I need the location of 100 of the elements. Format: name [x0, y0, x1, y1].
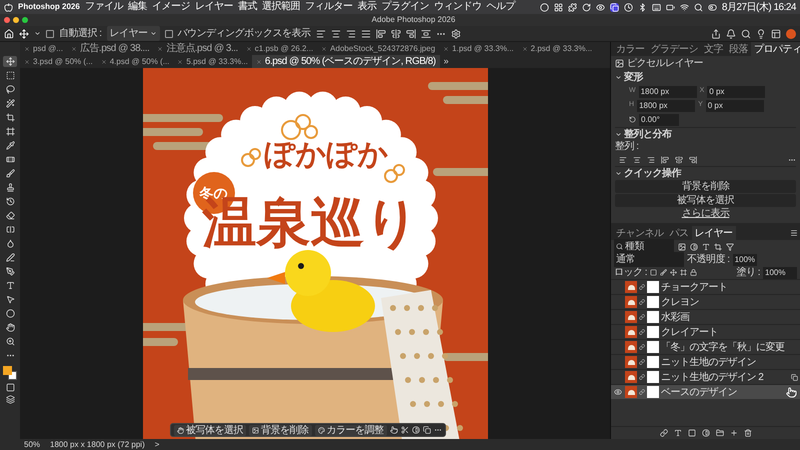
panel-tab[interactable]: 段落	[726, 42, 751, 56]
document-tab[interactable]: psd @...	[20, 42, 67, 55]
chevron-icon[interactable]	[615, 74, 622, 81]
align-top-icon[interactable]	[376, 28, 386, 38]
close-tab-icon[interactable]	[443, 46, 450, 52]
auto-select-checkbox[interactable]	[46, 30, 54, 38]
layer-row[interactable]: クレイアート	[611, 324, 800, 339]
menu-item[interactable]: プラグイン	[381, 2, 429, 12]
panel-tab[interactable]: パス	[666, 226, 692, 240]
control-center-icon[interactable]	[708, 2, 717, 12]
record-icon[interactable]	[540, 2, 549, 12]
input-field[interactable]: 0 px	[707, 86, 766, 98]
distribute-icon[interactable]	[360, 28, 371, 38]
blend-mode-dropdown[interactable]: 通常	[614, 252, 684, 267]
document-tab[interactable]: 2.psd @ 33.3%...	[518, 42, 596, 55]
context-action-button[interactable]: 背景を削除	[249, 424, 312, 436]
zoom-window-button[interactable]	[22, 17, 28, 23]
app-name[interactable]: Photoshop 2026	[18, 1, 80, 13]
align-bottom-icon[interactable]	[689, 156, 697, 164]
share-icon[interactable]	[711, 28, 721, 38]
contrast-icon[interactable]	[412, 426, 420, 434]
close-tab-icon[interactable]	[24, 46, 30, 52]
type-filter-icon[interactable]	[702, 242, 710, 250]
bell-icon[interactable]	[726, 28, 736, 38]
lock-position-icon[interactable]	[670, 269, 678, 276]
lock-artboard-icon[interactable]	[680, 269, 688, 276]
workspace-icon[interactable]	[771, 28, 781, 38]
lightbulb-icon[interactable]	[756, 28, 766, 38]
close-tab-icon[interactable]	[70, 46, 77, 52]
home-icon[interactable]	[4, 28, 14, 38]
input-field[interactable]: 1800 px	[638, 86, 697, 98]
section-title[interactable]: 整列と分布	[624, 126, 672, 142]
layer-row[interactable]: クレヨン	[611, 294, 800, 309]
mask-icon[interactable]	[688, 429, 696, 437]
align-left-icon[interactable]	[316, 28, 326, 38]
minimize-window-button[interactable]	[13, 17, 19, 23]
document-tab[interactable]: 4.psd @ 50% (...	[96, 55, 174, 68]
target-dropdown[interactable]: レイヤー	[106, 26, 160, 41]
battery-icon[interactable]	[666, 2, 675, 12]
layer-row[interactable]: ベースのデザイン	[611, 384, 800, 399]
align-right-icon[interactable]	[346, 28, 356, 38]
angle-field[interactable]: 0.00°	[639, 114, 679, 126]
smart-filter-icon[interactable]	[791, 374, 798, 380]
wifi-icon[interactable]	[680, 2, 689, 12]
close-tab-icon[interactable]	[177, 58, 184, 64]
duplicate-icon[interactable]	[422, 426, 430, 434]
align-center-icon[interactable]	[633, 156, 641, 164]
align-middle-icon[interactable]	[675, 156, 683, 164]
document-tab[interactable]: 広告.psd @ 38....	[66, 42, 154, 55]
layer-row[interactable]: ニット生地のデザイン	[611, 354, 800, 369]
panel-tab[interactable]: グラデーシ	[648, 42, 701, 56]
close-tab-icon[interactable]	[321, 46, 328, 52]
zoom-level[interactable]: 50%	[24, 438, 40, 450]
layer-row[interactable]: チョークアート	[611, 279, 800, 294]
close-tab-icon[interactable]	[24, 58, 30, 64]
link-layers-icon[interactable]	[660, 429, 668, 437]
status-menu-arrow[interactable]: >	[154, 438, 160, 450]
menu-item[interactable]: レイヤー	[194, 2, 233, 12]
align-center-icon[interactable]	[330, 28, 341, 38]
move-icon[interactable]	[19, 28, 29, 38]
filter-icon[interactable]	[726, 242, 734, 250]
lock-icon[interactable]	[690, 269, 698, 276]
panel-tab[interactable]: カラー	[613, 42, 648, 56]
menu-item[interactable]: 表示	[357, 2, 376, 12]
context-action-button[interactable]: カラーを調整	[314, 424, 386, 436]
align-middle-icon[interactable]	[390, 28, 401, 38]
close-tab-icon[interactable]	[246, 46, 252, 52]
bluetooth-icon[interactable]	[638, 2, 647, 12]
visibility-icon[interactable]	[614, 388, 622, 396]
search-icon[interactable]	[741, 28, 751, 38]
menu-item[interactable]: 書式	[238, 2, 257, 12]
document-tab[interactable]: 1.psd @ 33.3%...	[439, 42, 518, 55]
quick-action-button[interactable]: 背景を削除	[615, 180, 796, 193]
align-bottom-icon[interactable]	[406, 28, 416, 38]
close-tab-icon[interactable]	[256, 58, 262, 64]
grid-icon[interactable]	[554, 2, 563, 12]
align-left-icon[interactable]	[619, 156, 627, 164]
close-tab-icon[interactable]	[100, 58, 107, 64]
panel-tab[interactable]: プロパティ	[751, 42, 800, 56]
apple-icon[interactable]	[4, 2, 13, 12]
adjustment-icon[interactable]	[702, 429, 710, 437]
settings-icon[interactable]	[450, 28, 461, 38]
cut-icon[interactable]	[400, 426, 408, 434]
quick-mask-icon[interactable]	[6, 383, 14, 392]
distribute-vertical-icon[interactable]	[420, 28, 431, 38]
input-field[interactable]: 0 px	[706, 100, 764, 112]
refresh-icon[interactable]	[582, 2, 591, 12]
document-tab[interactable]: 6.psd @ 50% (ベースのデザイン, RGB/8)	[252, 55, 440, 68]
menu-item[interactable]: フィルター	[304, 2, 352, 12]
lock-pixels-icon[interactable]	[650, 269, 658, 276]
tabs-overflow-button[interactable]: »	[440, 55, 453, 68]
layer-row[interactable]: 「冬」の文字を「秋」に変更	[611, 339, 800, 354]
clock-text[interactable]: 8月27日(木) 16:24	[722, 0, 796, 14]
section-title[interactable]: クイック操作	[624, 166, 681, 180]
chevron-icon[interactable]	[615, 130, 622, 138]
menu-item[interactable]: ウィンドウ	[434, 2, 482, 12]
fill-field[interactable]: 100%	[763, 266, 797, 278]
layer-row[interactable]: 水彩画	[611, 309, 800, 324]
align-top-icon[interactable]	[661, 156, 669, 164]
show-more-link[interactable]: さらに表示	[682, 208, 730, 220]
